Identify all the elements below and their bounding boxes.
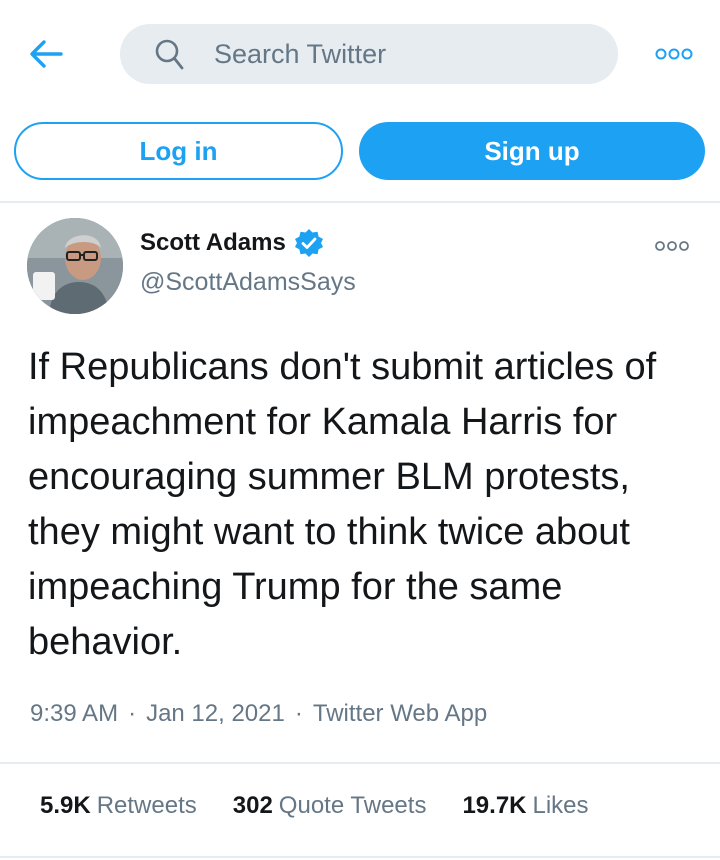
retweets-count: 5.9K: [40, 792, 91, 819]
meta-separator: ·: [294, 700, 303, 727]
quote-tweets-count: 302: [232, 792, 273, 819]
login-button[interactable]: Log in: [14, 122, 343, 180]
likes-stat[interactable]: 19.7K Likes: [462, 792, 588, 820]
verified-badge-icon: [294, 228, 324, 258]
more-options-button[interactable]: [652, 40, 696, 68]
likes-label: Likes: [532, 792, 589, 819]
author-name[interactable]: Scott Adams: [140, 228, 324, 258]
search-input[interactable]: Search Twitter: [120, 24, 618, 84]
author-handle[interactable]: @ScottAdamsSays: [140, 268, 356, 297]
more-horizontal-icon: [655, 48, 693, 60]
search-icon: [154, 37, 188, 71]
arrow-left-icon: [30, 40, 63, 68]
more-horizontal-icon: [655, 241, 689, 251]
tweet-source[interactable]: Twitter Web App: [313, 700, 487, 728]
tweet-date[interactable]: Jan 12, 2021: [146, 700, 285, 728]
tweet-time[interactable]: 9:39 AM: [30, 700, 118, 728]
tweet-text: If Republicans don't submit articles of …: [28, 346, 657, 663]
author-name-text: Scott Adams: [140, 229, 286, 256]
back-button[interactable]: [26, 36, 66, 72]
tweet-meta: 9:39 AM · Jan 12, 2021 · Twitter Web App: [30, 700, 487, 728]
avatar-photo: [27, 218, 123, 314]
stats-divider: [0, 856, 720, 858]
likes-count: 19.7K: [462, 792, 527, 819]
meta-divider: [0, 762, 720, 764]
quote-tweets-label: Quote Tweets: [278, 792, 427, 819]
retweets-label: Retweets: [96, 792, 197, 819]
quote-tweets-stat[interactable]: 302 Quote Tweets: [233, 792, 427, 820]
search-placeholder: Search Twitter: [214, 38, 387, 69]
retweets-stat[interactable]: 5.9K Retweets: [40, 792, 197, 820]
tweet-more-button[interactable]: [652, 234, 692, 258]
avatar[interactable]: [27, 218, 123, 314]
meta-separator: ·: [128, 700, 137, 727]
tweet-stats: 5.9K Retweets 302 Quote Tweets 19.7K Likes: [40, 792, 625, 820]
header-divider: [0, 201, 720, 203]
signup-button[interactable]: Sign up: [359, 122, 705, 180]
top-bar: Search Twitter: [0, 0, 720, 108]
